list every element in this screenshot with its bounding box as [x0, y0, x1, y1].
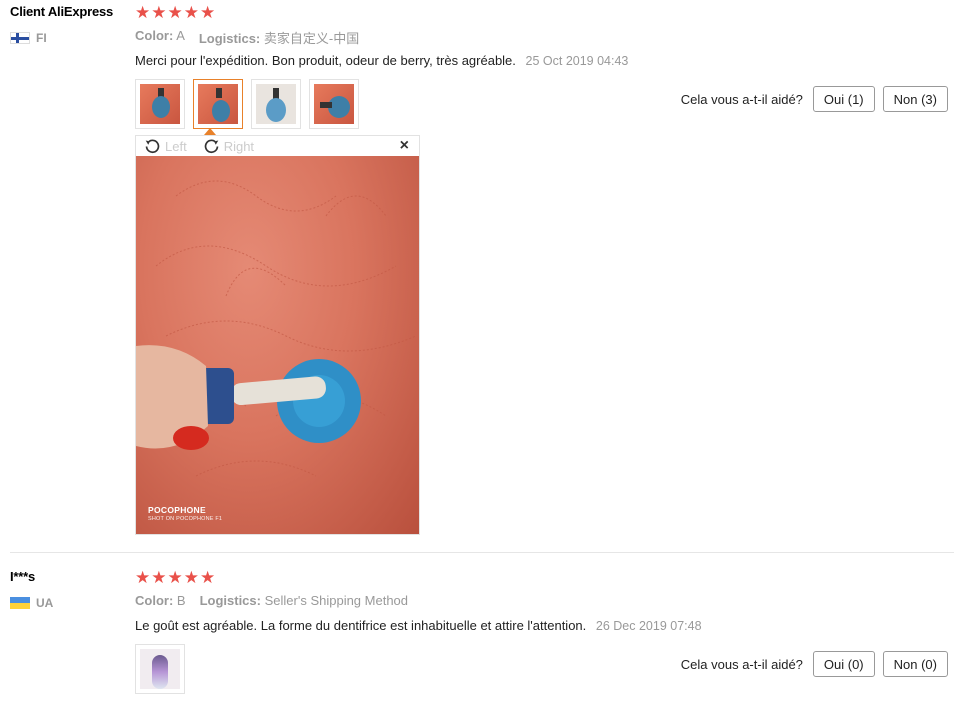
- review-date: 25 Oct 2019 04:43: [525, 54, 629, 68]
- review-date: 26 Dec 2019 07:48: [595, 619, 702, 633]
- logistics-info: Logistics: Seller's Shipping Method: [199, 593, 409, 608]
- helpful-question: Cela vous a-t-il aidé?: [680, 91, 803, 107]
- rotate-left-button[interactable]: Left: [144, 138, 187, 155]
- rotate-right-icon: [204, 138, 218, 153]
- rating-stars: ★★★★★: [135, 568, 217, 587]
- color-info: Color: A: [135, 28, 185, 43]
- rotate-left-icon: [145, 138, 160, 153]
- helpful-yes-button[interactable]: Oui (1): [812, 86, 875, 112]
- review-meta: Color: A Logistics: 卖家自定义-中国: [135, 28, 359, 47]
- photo-content: [136, 180, 417, 477]
- rotate-right-button[interactable]: Right: [203, 138, 254, 155]
- photo-watermark: POCOPHONE SHOT ON POCOPHONE F1: [148, 505, 223, 522]
- review-divider: [10, 552, 954, 553]
- review-comment: Le goût est agréable. La forme du dentif…: [135, 618, 702, 633]
- review-comment: Merci pour l'expédition. Bon produit, od…: [135, 53, 628, 68]
- review-meta: Color: B Logistics: Seller's Shipping Me…: [135, 593, 408, 608]
- photo-viewer-toolbar: Left Right ×: [136, 136, 419, 156]
- review-photo-thumb[interactable]: [135, 79, 185, 129]
- helpful-vote: Cela vous a-t-il aidé? Oui (1) Non (3): [681, 86, 948, 112]
- helpful-question: Cela vous a-t-il aidé?: [680, 656, 803, 672]
- review-photo-thumb[interactable]: [309, 79, 359, 129]
- color-info: Color: B: [135, 593, 186, 608]
- comment-text: Le goût est agréable. La forme du dentif…: [135, 618, 587, 633]
- reviewer-country: UA: [10, 596, 53, 610]
- review-photo-large: POCOPHONE SHOT ON POCOPHONE F1: [136, 156, 419, 534]
- helpful-no-button[interactable]: Non (3): [882, 86, 948, 112]
- country-code: UA: [36, 596, 54, 610]
- review-photo-thumb-active[interactable]: [193, 79, 243, 129]
- review-photo-thumb[interactable]: [135, 644, 185, 694]
- helpful-vote: Cela vous a-t-il aidé? Oui (0) Non (0): [681, 651, 948, 677]
- active-thumb-caret: [204, 128, 216, 135]
- helpful-no-button[interactable]: Non (0): [882, 651, 948, 677]
- ukraine-flag-icon: [10, 597, 30, 609]
- country-code: FI: [36, 31, 47, 45]
- close-icon[interactable]: ×: [400, 137, 409, 155]
- review-photo-thumb[interactable]: [251, 79, 301, 129]
- helpful-yes-button[interactable]: Oui (0): [812, 651, 875, 677]
- reviewer-name: Client AliExpress: [10, 4, 114, 19]
- reviewer-country: FI: [10, 31, 47, 45]
- review-photos: [135, 644, 185, 694]
- comment-text: Merci pour l'expédition. Bon produit, od…: [135, 53, 516, 68]
- finland-flag-icon: [10, 32, 30, 44]
- rating-stars: ★★★★★: [135, 3, 217, 22]
- photo-viewer: Left Right × POCOPHONE SHOT ON POCOPHONE…: [135, 135, 420, 535]
- reviewer-name: I***s: [10, 569, 36, 584]
- review-photos: [135, 79, 359, 129]
- logistics-info: Logistics: 卖家自定义-中国: [198, 31, 360, 46]
